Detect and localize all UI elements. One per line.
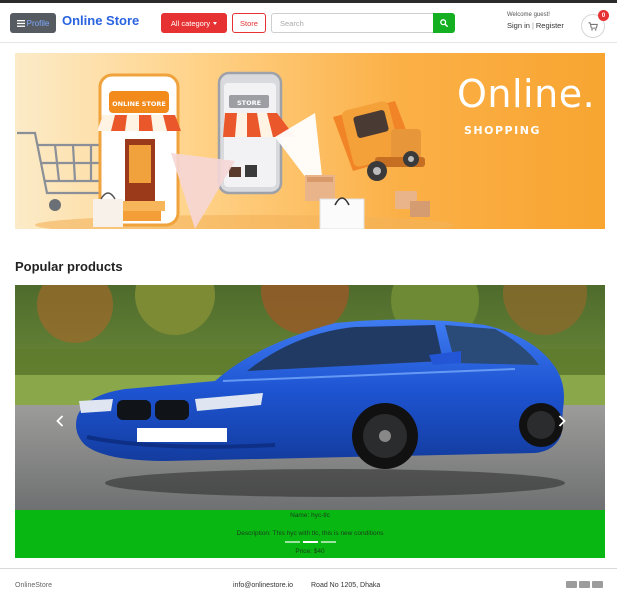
auth-separator: | — [531, 21, 534, 30]
footer-brand: OnlineStore — [15, 582, 52, 589]
visa-card-icon — [566, 581, 577, 588]
banner-subtitle: SHOPPING — [464, 124, 541, 137]
all-category-label: All category — [170, 18, 211, 28]
site-footer: OnlineStore info@onlinestore.io Road No … — [0, 568, 617, 613]
carousel-indicators — [285, 541, 336, 543]
phone-store-sign-text: STORE — [237, 99, 261, 107]
payment-methods — [566, 581, 603, 588]
carousel-indicator[interactable] — [285, 541, 300, 543]
cart-count-badge: 0 — [598, 10, 609, 21]
sign-in-link[interactable]: Sign in — [507, 21, 530, 30]
brand-logo-text[interactable]: Online Store — [62, 13, 139, 28]
site-header: Profile Online Store All category Store … — [0, 3, 617, 43]
carousel-indicator[interactable] — [321, 541, 336, 543]
welcome-text: Welcome guest! — [507, 12, 550, 18]
carousel-indicator[interactable] — [303, 541, 318, 543]
hamburger-icon — [16, 19, 25, 27]
hero-banner[interactable]: ONLINE STORE STORE Online. SHOPPING — [15, 53, 605, 229]
cart-icon — [588, 21, 598, 31]
banner-title: Online. — [457, 72, 596, 116]
product-description: Description: This hyc with tlc, this is … — [236, 530, 384, 537]
footer-email[interactable]: info@onlinestore.io — [233, 582, 293, 589]
carousel-next-button[interactable] — [555, 411, 569, 431]
chevron-right-icon — [558, 415, 566, 427]
store-button[interactable]: Store — [232, 13, 266, 33]
carousel-prev-button[interactable] — [53, 411, 67, 431]
paypal-icon — [592, 581, 603, 588]
search-button[interactable] — [433, 13, 455, 33]
shop-sign-text: ONLINE STORE — [112, 100, 166, 108]
search-icon — [440, 19, 448, 27]
profile-button[interactable]: Profile — [10, 13, 56, 33]
profile-label: Profile — [26, 18, 50, 28]
all-category-dropdown[interactable]: All category — [161, 13, 227, 33]
store-label: Store — [240, 18, 258, 28]
caret-down-icon — [213, 21, 218, 25]
search-input[interactable] — [271, 13, 434, 33]
carousel-caption: Name: hyc-tlc Description: This hyc with… — [15, 510, 605, 558]
register-link[interactable]: Register — [536, 21, 564, 30]
mastercard-icon — [579, 581, 590, 588]
footer-address: Road No 1205, Dhaka — [311, 582, 381, 589]
product-carousel[interactable]: Name: hyc-tlc Description: This hyc with… — [15, 285, 605, 558]
product-image — [15, 285, 605, 510]
product-price: Price: $40 — [295, 548, 325, 555]
product-name: Name: hyc-tlc — [290, 512, 330, 519]
chevron-left-icon — [56, 415, 64, 427]
popular-products-title: Popular products — [15, 259, 123, 274]
auth-links: Sign in | Register — [507, 21, 564, 30]
